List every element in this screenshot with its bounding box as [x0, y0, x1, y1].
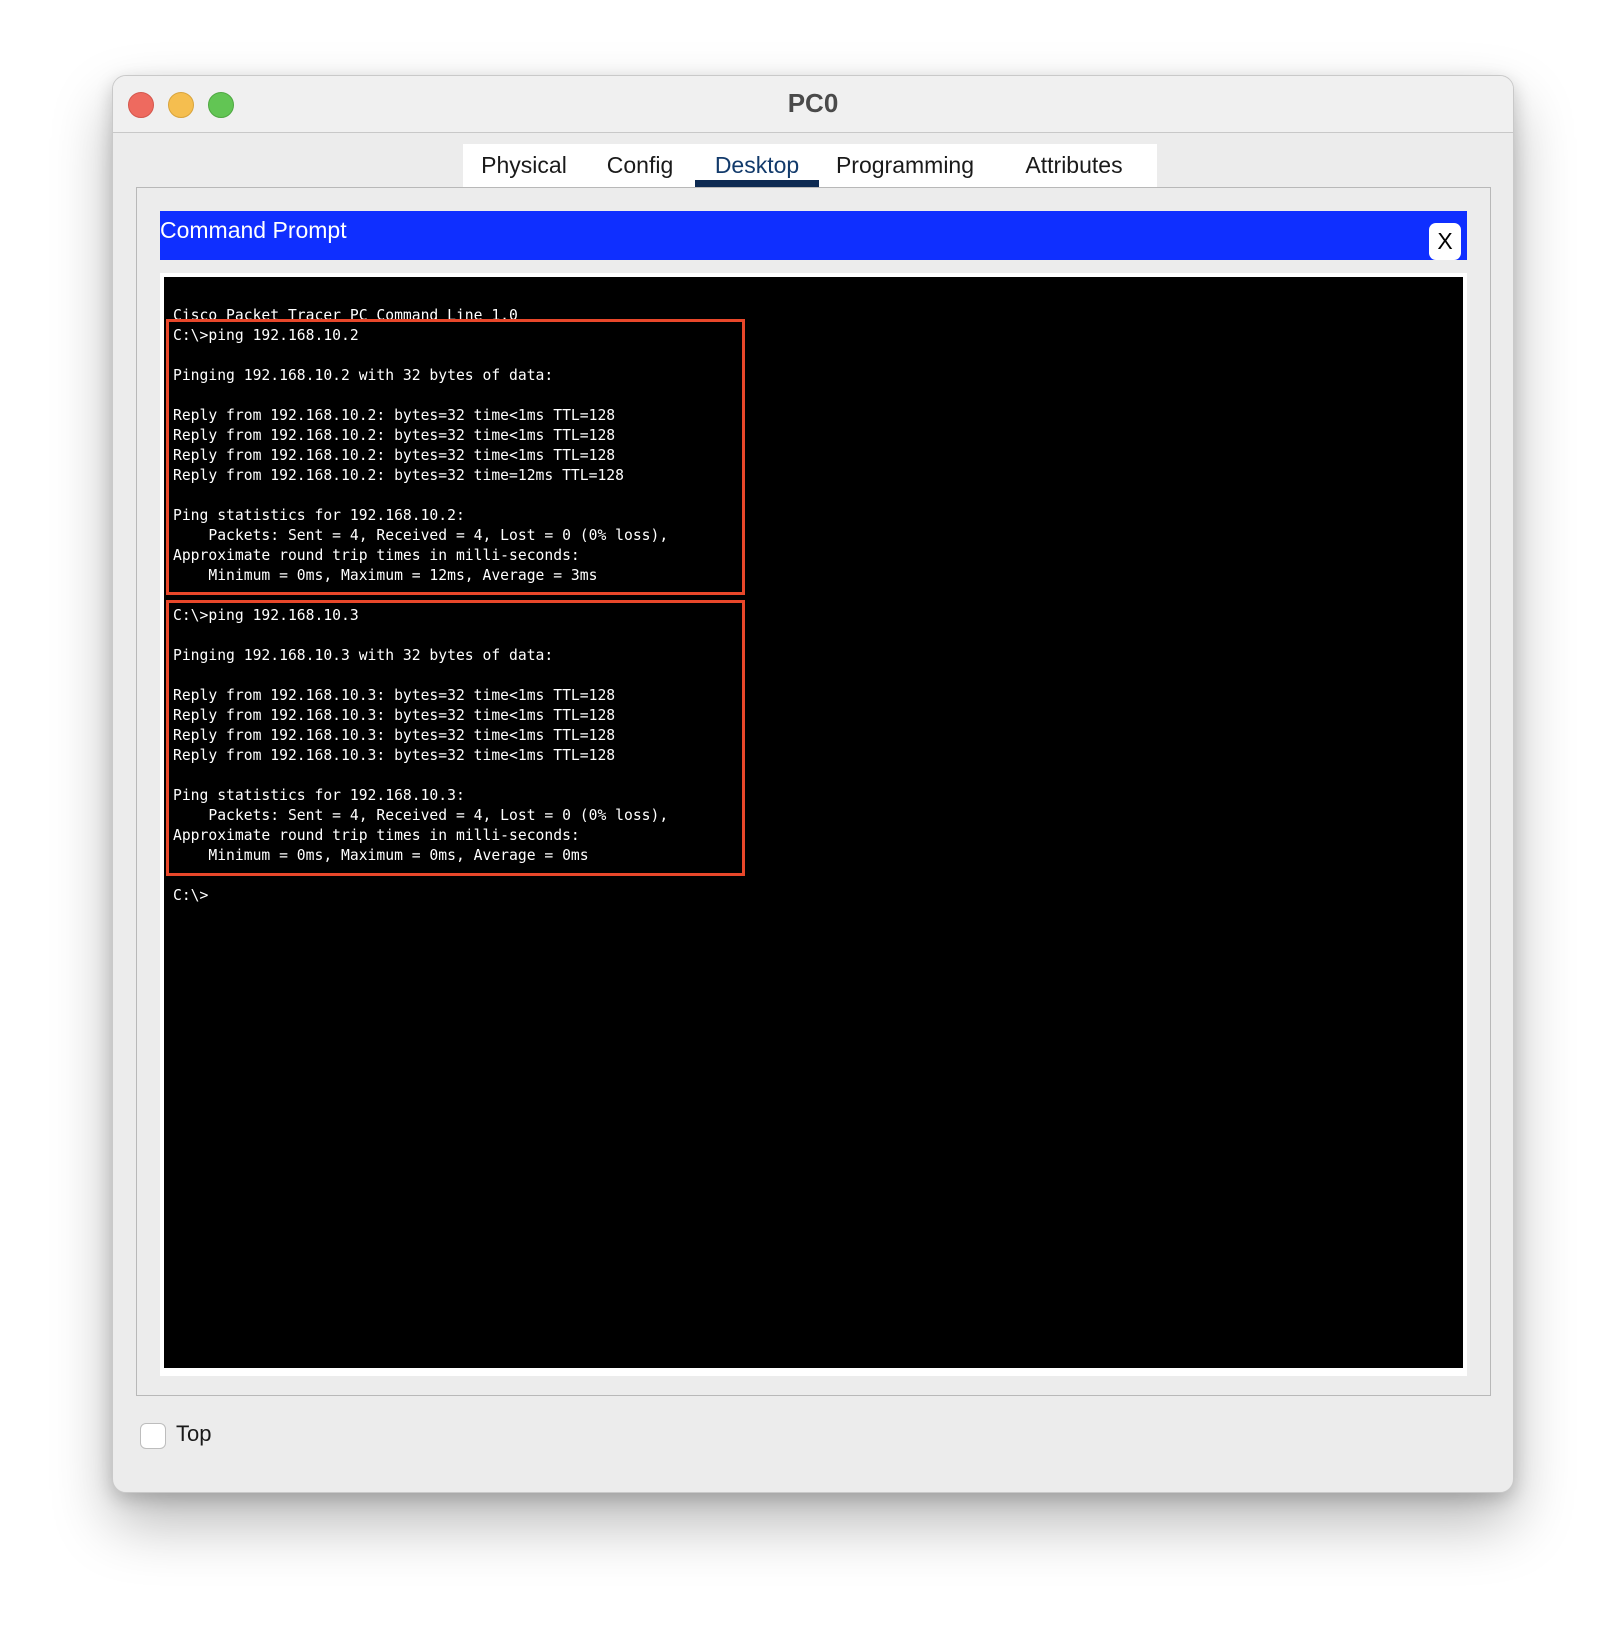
- tab-physical[interactable]: Physical: [463, 144, 585, 187]
- highlight-box-ping-1: [166, 319, 745, 595]
- desktop-panel: Command Prompt X Cisco Packet Tracer PC …: [136, 187, 1491, 1396]
- close-command-prompt-button[interactable]: X: [1429, 223, 1461, 260]
- terminal-output[interactable]: Cisco Packet Tracer PC Command Line 1.0 C…: [164, 277, 1463, 1368]
- tab-desktop-label: Desktop: [714, 152, 800, 178]
- tab-bar: Physical Config Desktop Programming Attr…: [463, 144, 1157, 187]
- tab-attributes[interactable]: Attributes: [991, 144, 1157, 187]
- top-checkbox[interactable]: [140, 1423, 166, 1449]
- tab-config[interactable]: Config: [585, 144, 695, 187]
- active-tab-indicator: [695, 180, 819, 187]
- title-bar: PC0: [113, 76, 1513, 133]
- terminal-line: C:\>: [173, 887, 209, 904]
- command-prompt-header: Command Prompt X: [160, 211, 1467, 260]
- highlight-box-ping-2: [166, 600, 745, 876]
- top-checkbox-label: Top: [176, 1421, 212, 1446]
- command-prompt-title: Command Prompt: [160, 217, 347, 243]
- pc0-window: PC0 Physical Config Desktop Programming …: [112, 75, 1514, 1493]
- tab-desktop[interactable]: Desktop: [695, 144, 819, 187]
- tab-programming[interactable]: Programming: [819, 144, 991, 187]
- window-title: PC0: [787, 88, 839, 118]
- terminal-frame: Cisco Packet Tracer PC Command Line 1.0 C…: [160, 273, 1467, 1376]
